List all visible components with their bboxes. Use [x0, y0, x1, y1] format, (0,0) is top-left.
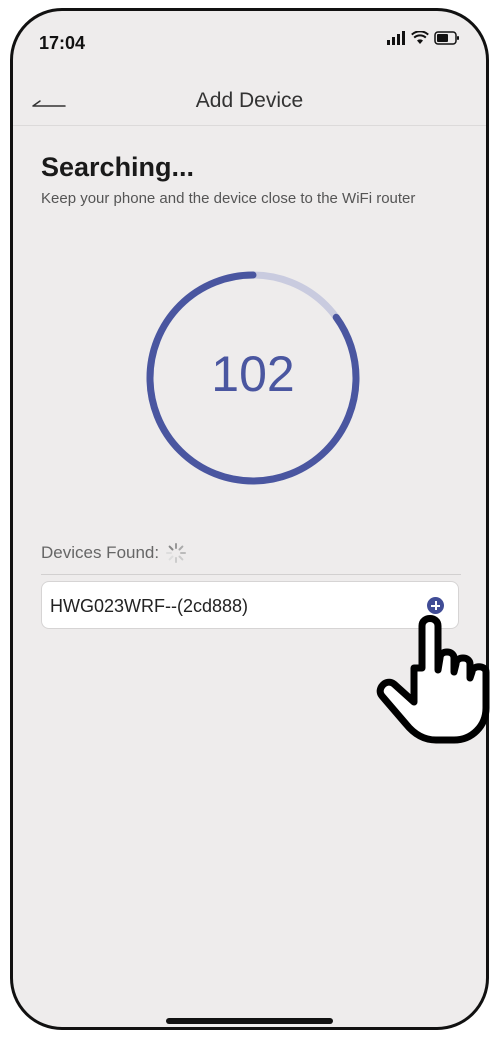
hand-pointer-icon [376, 615, 490, 744]
divider [41, 574, 461, 575]
cellular-icon [387, 31, 405, 45]
devices-found-label: Devices Found: [41, 542, 187, 564]
device-name: HWG023WRF--(2cd888) [50, 596, 249, 616]
nav-bar: Add Device [13, 73, 486, 126]
countdown-value: 102 [211, 346, 295, 402]
loading-spinner-icon [166, 543, 187, 563]
page-title: Add Device [195, 89, 304, 112]
status-time: 17:04 [39, 33, 86, 53]
countdown-ring: 102 [144, 269, 362, 487]
status-icons [386, 31, 460, 45]
status-bar: 17:04 [13, 11, 486, 71]
phone-frame: 17:04 Add Device Searching... Keep your … [10, 8, 489, 1030]
home-indicator [166, 1018, 333, 1024]
wifi-icon [411, 31, 429, 44]
search-heading: Searching... [41, 152, 195, 182]
devices-found-text: Devices Found: [41, 543, 160, 562]
search-subtitle: Keep your phone and the device close to … [41, 190, 416, 207]
battery-icon [434, 31, 459, 45]
